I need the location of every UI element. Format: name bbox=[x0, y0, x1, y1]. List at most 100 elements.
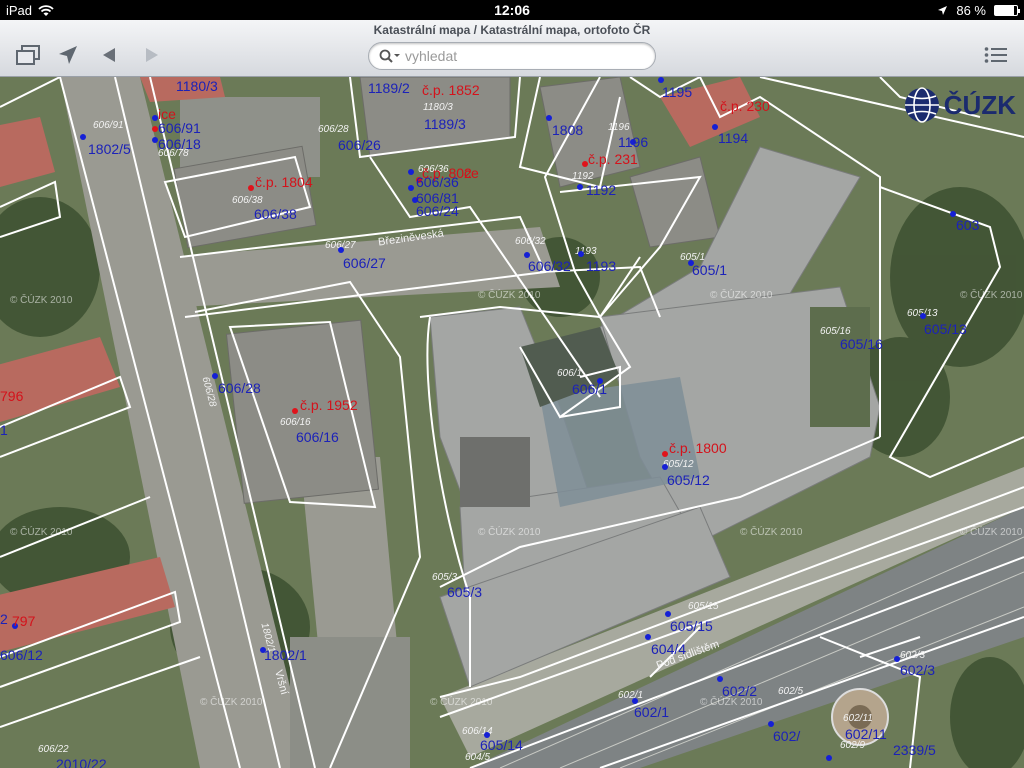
watermark: © ČÚZK 2010 bbox=[960, 290, 1023, 301]
toolbar: Katastrální mapa / Katastrální mapa, ort… bbox=[0, 20, 1024, 77]
parcel-label: 606/27 bbox=[343, 255, 386, 271]
parcel-label: 605/3 bbox=[447, 584, 483, 600]
orthophoto-background bbox=[0, 77, 1024, 768]
cuzk-logo: ČÚZK bbox=[902, 85, 1016, 125]
parcel-label: 606/91 bbox=[158, 120, 201, 136]
map-title: Katastrální mapa / Katastrální mapa, ort… bbox=[373, 23, 651, 37]
parcel-label: 602/ bbox=[773, 728, 801, 744]
forward-button[interactable] bbox=[136, 40, 168, 70]
parcel-label: 602/1 bbox=[634, 704, 670, 720]
back-arrow-icon bbox=[103, 48, 115, 62]
search-icon bbox=[379, 49, 400, 63]
parcel-label: 605/1 bbox=[692, 262, 728, 278]
building-number-label: č.p. 1952 bbox=[300, 397, 358, 413]
building-point bbox=[292, 408, 298, 414]
parcel-point bbox=[662, 464, 668, 470]
back-button[interactable] bbox=[93, 40, 125, 70]
parcel-small-label: 602/3 bbox=[900, 650, 926, 661]
parcel-label: 606/38 bbox=[254, 206, 297, 222]
parcel-label: 1 bbox=[0, 422, 8, 438]
parcel-label: 602/11 bbox=[845, 726, 887, 742]
parcel-small-label: 602/5 bbox=[778, 686, 804, 697]
parcel-label: 602/3 bbox=[900, 662, 936, 678]
parcel-label: 605/16 bbox=[840, 336, 883, 352]
building-number-label: ice bbox=[158, 106, 176, 122]
watermark: © ČÚZK 2010 bbox=[960, 527, 1023, 538]
watermark: © ČÚZK 2010 bbox=[478, 290, 541, 301]
parcel-small-label: 1196 bbox=[608, 122, 630, 133]
forward-arrow-icon bbox=[146, 48, 158, 62]
parcel-point bbox=[546, 115, 552, 121]
parcel-label: 2 bbox=[0, 611, 8, 627]
parcel-label: 2010/22 bbox=[56, 756, 107, 768]
parcel-small-label: 606/38 bbox=[232, 195, 263, 206]
parcel-label: 1196 bbox=[618, 134, 649, 150]
parcel-small-label: 602/11 bbox=[843, 713, 873, 724]
parcel-label: 1193 bbox=[586, 258, 617, 274]
parcel-point bbox=[717, 676, 723, 682]
location-services-icon bbox=[938, 6, 948, 15]
parcel-label: 1802/5 bbox=[88, 141, 131, 157]
parcel-label: 603 bbox=[956, 217, 980, 233]
parcel-label: 605/13 bbox=[924, 321, 967, 337]
parcel-small-label: 606/32 bbox=[515, 236, 546, 247]
parcel-small-label: 606/91 bbox=[93, 120, 124, 131]
building-number-label: č.p. 230 bbox=[720, 98, 770, 114]
parcel-small-label: 606/22 bbox=[38, 744, 69, 755]
parcel-label: 606/16 bbox=[296, 429, 339, 445]
parcel-label: 1189/2 bbox=[368, 80, 410, 96]
search-input[interactable] bbox=[405, 48, 645, 64]
status-bar: iPad 12:06 86 % bbox=[0, 0, 1024, 20]
parcel-point bbox=[920, 313, 926, 319]
parcel-point bbox=[768, 721, 774, 727]
parcel-label: 1195 bbox=[662, 84, 693, 100]
parcel-point bbox=[826, 755, 832, 761]
parcel-label: 606/32 bbox=[528, 258, 571, 274]
battery-percent: 86 % bbox=[956, 3, 986, 18]
parcel-point bbox=[578, 251, 584, 257]
menu-button[interactable] bbox=[980, 40, 1012, 70]
watermark: © ČÚZK 2010 bbox=[200, 697, 263, 708]
parcel-label: 2339/5 bbox=[893, 742, 936, 758]
parcel-small-label: 605/3 bbox=[432, 572, 458, 583]
battery-icon bbox=[994, 5, 1020, 16]
parcel-small-label: 606/16 bbox=[280, 417, 311, 428]
watermark: © ČÚZK 2010 bbox=[10, 527, 73, 538]
parcel-label: 1192 bbox=[586, 182, 617, 198]
parcel-label: 606/26 bbox=[338, 137, 381, 153]
parcel-label: 606/1 bbox=[572, 381, 608, 397]
parcel-label: 604/4 bbox=[651, 641, 687, 657]
parcel-point bbox=[338, 247, 344, 253]
pages-icon bbox=[16, 45, 40, 65]
building-number-label: č.p. 231 bbox=[588, 151, 638, 167]
parcel-label: 1802/1 bbox=[264, 647, 307, 663]
parcel-label: 1808 bbox=[552, 122, 584, 138]
building-number-label: ce bbox=[464, 165, 479, 181]
building-number-label: 797 bbox=[12, 613, 36, 629]
pages-button[interactable] bbox=[12, 40, 44, 70]
parcel-small-label: 602/9 bbox=[840, 740, 866, 751]
parcel-point bbox=[658, 77, 664, 83]
parcel-small-label: 606/28 bbox=[318, 124, 349, 135]
parcel-label: 606/18 bbox=[158, 136, 201, 152]
locate-button[interactable] bbox=[52, 40, 84, 70]
parcel-label: 602/2 bbox=[722, 683, 758, 699]
list-icon bbox=[984, 47, 1007, 63]
watermark: © ČÚZK 2010 bbox=[710, 290, 773, 301]
map-view[interactable]: © ČÚZK 2010 © ČÚZK 2010 © ČÚZK 2010 © ČÚ… bbox=[0, 77, 1024, 768]
parcel-point bbox=[408, 185, 414, 191]
parcel-point bbox=[577, 184, 583, 190]
watermark: © ČÚZK 2010 bbox=[10, 295, 73, 306]
building-number-label: č.p. 1852 bbox=[422, 82, 480, 98]
parcel-point bbox=[80, 134, 86, 140]
parcel-label: 1194 bbox=[718, 130, 749, 146]
parcel-point bbox=[645, 634, 651, 640]
building-number-label: 796 bbox=[0, 388, 24, 404]
parcel-label: 606/28 bbox=[218, 380, 261, 396]
clock: 12:06 bbox=[494, 2, 530, 18]
parcel-label: 1180/3 bbox=[176, 78, 218, 94]
parcel-small-label: 1180/3 bbox=[423, 102, 453, 113]
watermark: © ČÚZK 2010 bbox=[740, 527, 803, 538]
search-field[interactable] bbox=[368, 42, 656, 70]
parcel-small-label: 1192 bbox=[572, 171, 594, 182]
